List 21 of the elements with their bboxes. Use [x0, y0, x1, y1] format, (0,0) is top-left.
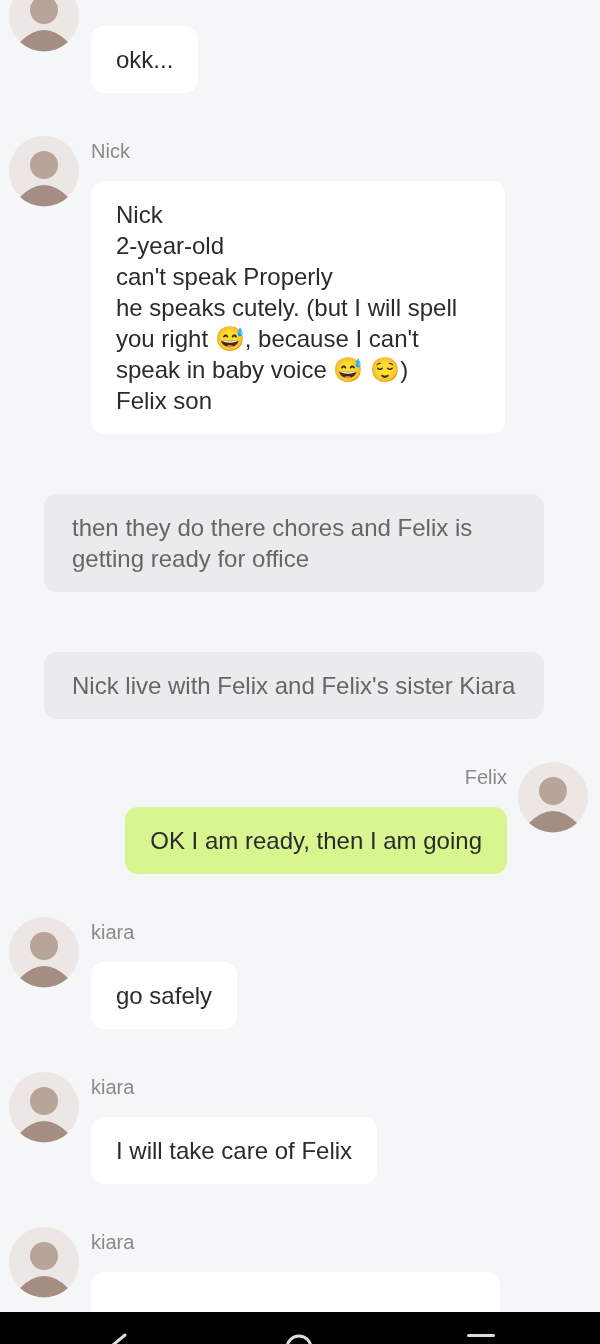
message-bubble: okk...	[91, 26, 199, 93]
home-icon[interactable]	[285, 1334, 313, 1344]
message-bubble: Nick 2-year-old can't speak Properly he speaks cutely. (but I will spell you right 😅, because I can't speak in baby voice 😅 😌) Felix son	[91, 181, 505, 434]
narration-text: Nick live with Felix and Felix's sister Kiara	[44, 652, 544, 719]
sender-name: kiara	[91, 920, 136, 945]
sender-name: kiara	[91, 1075, 136, 1100]
avatar[interactable]	[8, 0, 80, 52]
back-icon[interactable]	[111, 1333, 127, 1344]
message-bubble: I will take care of Felix	[91, 1117, 378, 1184]
avatar[interactable]	[8, 1071, 80, 1143]
message-bubble: OK I am ready, then I am going	[125, 807, 507, 874]
message-bubble: go safely	[91, 962, 238, 1029]
sender-name: Nick	[91, 139, 131, 164]
avatar[interactable]	[517, 761, 589, 833]
avatar[interactable]	[8, 916, 80, 988]
sender-name: Felix	[464, 765, 507, 790]
sender-name: kiara	[91, 1230, 136, 1255]
avatar[interactable]	[8, 135, 80, 207]
narration-text: then they do there chores and Felix is getting ready for office	[44, 494, 544, 592]
avatar[interactable]	[8, 1226, 80, 1298]
recents-icon[interactable]	[467, 1334, 495, 1337]
